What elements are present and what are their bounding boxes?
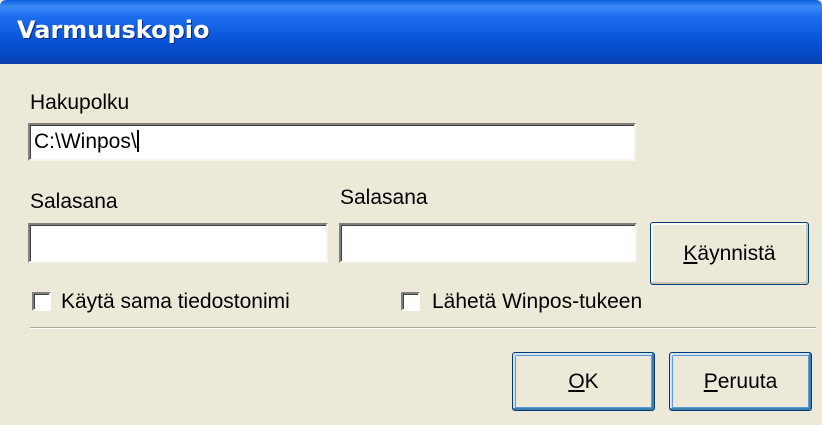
ok-button[interactable]: OK <box>512 352 655 411</box>
same-filename-checkbox[interactable] <box>32 292 51 311</box>
cancel-button[interactable]: Peruuta <box>669 352 812 411</box>
path-input[interactable]: C:\Winpos\ <box>28 123 636 161</box>
title-bar[interactable]: Varmuuskopio <box>0 0 822 64</box>
start-button-mnemonic: K <box>683 241 698 265</box>
password-input-1[interactable] <box>28 223 328 263</box>
password-label-1: Salasana <box>30 190 118 213</box>
send-support-checkbox[interactable] <box>401 292 420 311</box>
start-button[interactable]: Käynnistä <box>650 222 809 285</box>
start-button-label: äynnistä <box>697 241 776 265</box>
text-caret <box>136 130 139 152</box>
cancel-button-label: eruuta <box>717 369 778 393</box>
password-label-2: Salasana <box>340 186 428 209</box>
cancel-button-mnemonic: P <box>703 369 718 393</box>
path-label: Hakupolku <box>30 91 130 114</box>
password-input-2[interactable] <box>339 223 637 263</box>
ok-button-mnemonic: O <box>568 369 585 393</box>
send-support-label[interactable]: Lähetä Winpos-tukeen <box>432 290 642 314</box>
separator <box>30 327 816 329</box>
same-filename-label[interactable]: Käytä sama tiedostonimi <box>61 290 290 314</box>
path-value: C:\Winpos\ <box>34 130 137 153</box>
backup-dialog: Varmuuskopio Hakupolku C:\Winpos\ Salasa… <box>0 0 822 425</box>
window-title: Varmuuskopio <box>17 16 210 44</box>
ok-button-label: K <box>584 369 599 393</box>
